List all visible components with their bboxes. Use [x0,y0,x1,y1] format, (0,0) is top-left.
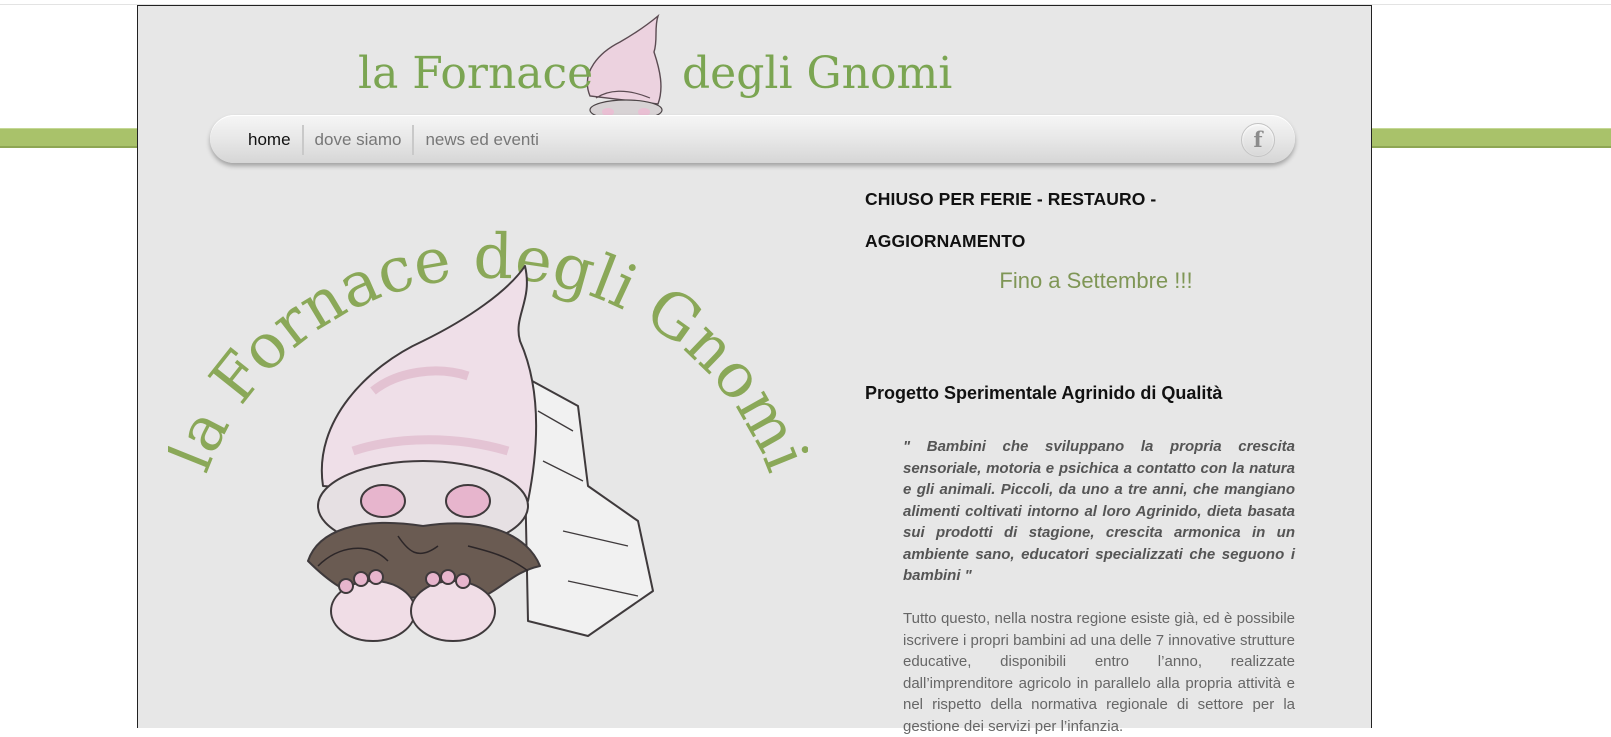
notice-title-line2: AGGIORNAMENTO [865,231,1026,251]
logo-text-left: la Fornace [358,48,593,99]
nav-item-home[interactable]: home [240,125,302,155]
facebook-icon[interactable]: f [1241,123,1275,157]
nav-items: home dove siamo news ed eventi [240,125,550,155]
nav-item-dove-siamo[interactable]: dove siamo [301,125,413,155]
project-paragraph: Tutto questo, nella nostra regione esist… [903,610,1295,735]
project-quote: " Bambini che sviluppano la propria cres… [903,438,1295,584]
gnome-illustration: la Fornace degli Gnomi [168,220,808,642]
gnome-mini-icon [586,13,663,118]
content-column: CHIUSO PER FERIE - RESTAURO - AGGIORNAME… [865,178,1305,735]
nav-item-news-ed-eventi[interactable]: news ed eventi [412,125,549,155]
logo-text-right: degli Gnomi [682,48,952,99]
notice-title-line1: CHIUSO PER FERIE - RESTAURO - [865,189,1157,209]
notice-subtitle: Fino a Settembre !!! [999,268,1193,293]
main-nav: home dove siamo news ed eventi f [210,115,1295,163]
project-title: Progetto Sperimentale Agrinido di Qualit… [865,383,1223,403]
header-logo[interactable]: la Fornace degli Gnomi [358,12,958,118]
page-container: la Fornace degli Gnomi home dove siamo n… [137,5,1372,735]
